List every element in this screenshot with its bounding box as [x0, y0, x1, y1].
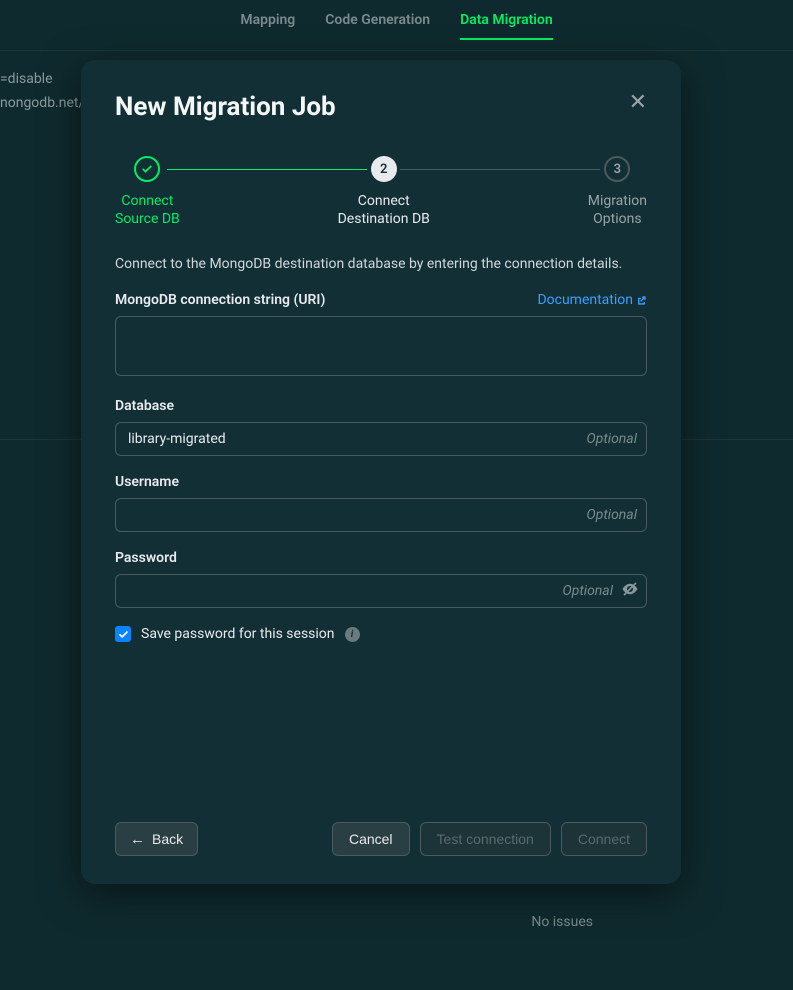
- username-input[interactable]: [115, 498, 647, 532]
- save-password-label: Save password for this session: [141, 626, 335, 642]
- cancel-button[interactable]: Cancel: [332, 822, 410, 856]
- modal-title: New Migration Job: [115, 92, 336, 122]
- tab-code-generation[interactable]: Code Generation: [325, 12, 430, 40]
- connection-string-input[interactable]: [115, 316, 647, 376]
- step3-label-2: Options: [588, 210, 647, 228]
- connect-button[interactable]: Connect: [561, 822, 647, 856]
- eye-hidden-icon[interactable]: [621, 580, 639, 602]
- new-migration-job-modal: New Migration Job ✕ Connect Source DB 2 …: [81, 60, 681, 884]
- step-2-number: 2: [371, 156, 397, 182]
- close-icon[interactable]: ✕: [629, 92, 647, 114]
- step1-label-1: Connect: [115, 192, 180, 210]
- documentation-text: Documentation: [537, 292, 633, 308]
- uri-label: MongoDB connection string (URI): [115, 292, 325, 308]
- step3-label-1: Migration: [588, 192, 647, 210]
- step-connect-source[interactable]: Connect Source DB: [115, 156, 180, 228]
- external-link-icon: [636, 295, 647, 306]
- tab-mapping[interactable]: Mapping: [240, 12, 295, 40]
- back-button-label: Back: [152, 831, 183, 847]
- back-button[interactable]: ← Back: [115, 822, 198, 856]
- status-no-issues: No issues: [531, 914, 593, 930]
- arrow-left-icon: ←: [130, 832, 145, 847]
- check-icon: [134, 156, 160, 182]
- stepper: Connect Source DB 2 Connect Destination …: [115, 156, 647, 228]
- test-connection-button[interactable]: Test connection: [420, 822, 551, 856]
- step2-label-1: Connect: [338, 192, 430, 210]
- username-label: Username: [115, 474, 179, 490]
- step2-label-2: Destination DB: [338, 210, 430, 228]
- info-icon[interactable]: i: [345, 627, 360, 642]
- step-connect-destination[interactable]: 2 Connect Destination DB: [338, 156, 430, 228]
- step-3-number: 3: [604, 156, 630, 182]
- documentation-link[interactable]: Documentation: [537, 292, 647, 308]
- description-text: Connect to the MongoDB destination datab…: [115, 256, 647, 272]
- database-input[interactable]: [115, 422, 647, 456]
- step-connector-2: [400, 169, 600, 170]
- step-migration-options[interactable]: 3 Migration Options: [588, 156, 647, 228]
- password-label: Password: [115, 550, 177, 566]
- step1-label-2: Source DB: [115, 210, 180, 228]
- save-password-checkbox[interactable]: [115, 626, 131, 642]
- password-input[interactable]: [115, 574, 647, 608]
- tab-data-migration[interactable]: Data Migration: [460, 12, 553, 40]
- database-label: Database: [115, 398, 174, 414]
- background-tabs: Mapping Code Generation Data Migration: [0, 0, 793, 51]
